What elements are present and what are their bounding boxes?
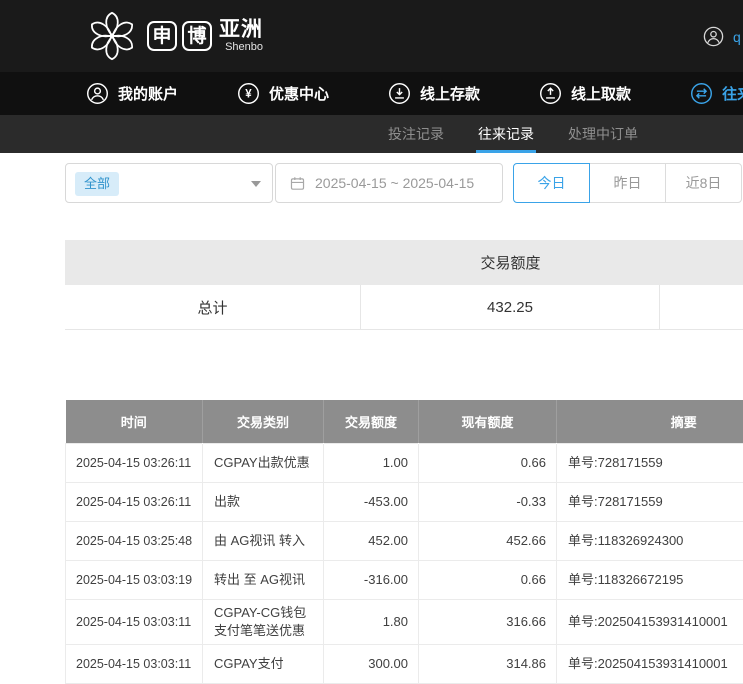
cell-balance: 314.86	[419, 644, 557, 683]
logo-char-shen: 申	[147, 21, 177, 51]
cell-time: 2025-04-15 03:26:11	[66, 482, 203, 521]
svg-text:¥: ¥	[245, 89, 252, 101]
summary-total-label: 总计	[65, 285, 361, 329]
cell-summary: 单号:118326672195	[557, 560, 743, 599]
flower-logo-icon	[84, 8, 140, 64]
cell-balance: 452.66	[419, 521, 557, 560]
nav-item-promo-center[interactable]: ¥ 优惠中心	[237, 82, 329, 105]
cell-type: 转出 至 AG视讯	[203, 560, 324, 599]
cell-time: 2025-04-15 03:03:11	[66, 644, 203, 683]
cell-balance: -0.33	[419, 482, 557, 521]
brand-logo[interactable]: 申 博 亚洲 Shenbo	[84, 8, 263, 64]
user-avatar-icon	[703, 26, 724, 47]
tab-processing-orders[interactable]: 处理中订单	[566, 115, 640, 153]
filter-bar: 全部 2025-04-15 ~ 2025-04-15 今日 昨日 近8日	[0, 163, 743, 203]
table-row: 2025-04-15 03:03:11 CGPAY支付 300.00 314.8…	[66, 644, 743, 683]
nav-item-label: 往来记录	[722, 83, 743, 104]
logo-region-wrap: 亚洲 Shenbo	[219, 18, 263, 54]
summary-header-empty	[65, 240, 361, 285]
summary-header-empty-2	[660, 240, 743, 285]
cell-balance: 0.66	[419, 560, 557, 599]
cell-summary: 单号:202504153931410001	[557, 599, 743, 644]
top-header: 申 博 亚洲 Shenbo q	[0, 0, 743, 72]
last-8-days-button[interactable]: 近8日	[665, 163, 742, 203]
promo-icon: ¥	[237, 82, 260, 105]
col-header-time: 时间	[66, 400, 203, 443]
cell-time: 2025-04-15 03:03:11	[66, 599, 203, 644]
nav-item-my-account[interactable]: 我的账户	[86, 82, 178, 105]
quick-date-buttons: 今日 昨日 近8日	[513, 163, 742, 203]
logo-char-bo: 博	[182, 21, 212, 51]
nav-item-online-deposit[interactable]: 线上存款	[388, 82, 480, 105]
summary-total-value: 432.25	[361, 285, 660, 329]
summary-total-row: 总计 432.25	[65, 285, 743, 330]
yesterday-button[interactable]: 昨日	[589, 163, 666, 203]
cell-summary: 单号:728171559	[557, 443, 743, 482]
cell-time: 2025-04-15 03:03:19	[66, 560, 203, 599]
cell-type: CGPAY-CG钱包支付笔笔送优惠	[203, 599, 324, 644]
cell-type: CGPAY支付	[203, 644, 324, 683]
calendar-icon	[289, 175, 306, 192]
nav-item-label: 我的账户	[118, 83, 178, 104]
cell-summary: 单号:202504153931410001	[557, 644, 743, 683]
cell-amount: 452.00	[324, 521, 419, 560]
deposit-icon	[388, 82, 411, 105]
main-nav: 我的账户 ¥ 优惠中心 线上存款 线上取款 往来记录	[0, 72, 743, 115]
col-header-summary: 摘要	[557, 400, 743, 443]
cell-amount: 300.00	[324, 644, 419, 683]
cell-time: 2025-04-15 03:25:48	[66, 521, 203, 560]
table-row: 2025-04-15 03:26:11 出款 -453.00 -0.33 单号:…	[66, 482, 743, 521]
nav-item-label: 线上取款	[571, 83, 631, 104]
cell-amount: 1.80	[324, 599, 419, 644]
table-row: 2025-04-15 03:03:11 CGPAY-CG钱包支付笔笔送优惠 1.…	[66, 599, 743, 644]
cell-balance: 316.66	[419, 599, 557, 644]
logo-subtitle: Shenbo	[225, 41, 263, 54]
summary-total-empty	[660, 285, 743, 329]
tab-transaction-records[interactable]: 往来记录	[476, 115, 536, 153]
cell-time: 2025-04-15 03:26:11	[66, 443, 203, 482]
summary-table: 交易额度 总计 432.25	[65, 240, 743, 330]
category-select[interactable]: 全部	[65, 163, 273, 203]
table-row: 2025-04-15 03:03:19 转出 至 AG视讯 -316.00 0.…	[66, 560, 743, 599]
sub-nav: 投注记录 往来记录 处理中订单	[0, 115, 743, 153]
col-header-amount: 交易额度	[324, 400, 419, 443]
nav-item-label: 线上存款	[420, 83, 480, 104]
account-menu[interactable]: q	[703, 26, 741, 47]
nav-item-online-withdraw[interactable]: 线上取款	[539, 82, 631, 105]
summary-header-row: 交易额度	[65, 240, 743, 285]
nav-item-label: 优惠中心	[269, 83, 329, 104]
transactions-table: 时间 交易类别 交易额度 现有额度 摘要 2025-04-15 03:26:11…	[65, 400, 743, 684]
logo-region-text: 亚洲	[219, 18, 263, 41]
cell-summary: 单号:118326924300	[557, 521, 743, 560]
table-header-row: 时间 交易类别 交易额度 现有额度 摘要	[66, 400, 743, 443]
col-header-balance: 现有额度	[419, 400, 557, 443]
cell-summary: 单号:728171559	[557, 482, 743, 521]
summary-header-amount: 交易额度	[361, 240, 660, 285]
cell-type: CGPAY出款优惠	[203, 443, 324, 482]
date-range-picker[interactable]: 2025-04-15 ~ 2025-04-15	[275, 163, 503, 203]
records-icon	[690, 82, 713, 105]
category-selected-chip: 全部	[75, 172, 119, 196]
nav-item-transactions[interactable]: 往来记录	[690, 82, 743, 105]
account-icon	[86, 82, 109, 105]
tab-betting-records[interactable]: 投注记录	[386, 115, 446, 153]
chevron-down-icon	[251, 181, 261, 187]
cell-balance: 0.66	[419, 443, 557, 482]
cell-amount: 1.00	[324, 443, 419, 482]
cell-type: 由 AG视讯 转入	[203, 521, 324, 560]
username-text: q	[733, 29, 741, 45]
cell-type: 出款	[203, 482, 324, 521]
withdraw-icon	[539, 82, 562, 105]
date-range-text: 2025-04-15 ~ 2025-04-15	[315, 175, 474, 191]
table-row: 2025-04-15 03:25:48 由 AG视讯 转入 452.00 452…	[66, 521, 743, 560]
today-button[interactable]: 今日	[513, 163, 590, 203]
cell-amount: -316.00	[324, 560, 419, 599]
col-header-type: 交易类别	[203, 400, 324, 443]
cell-amount: -453.00	[324, 482, 419, 521]
table-row: 2025-04-15 03:26:11 CGPAY出款优惠 1.00 0.66 …	[66, 443, 743, 482]
